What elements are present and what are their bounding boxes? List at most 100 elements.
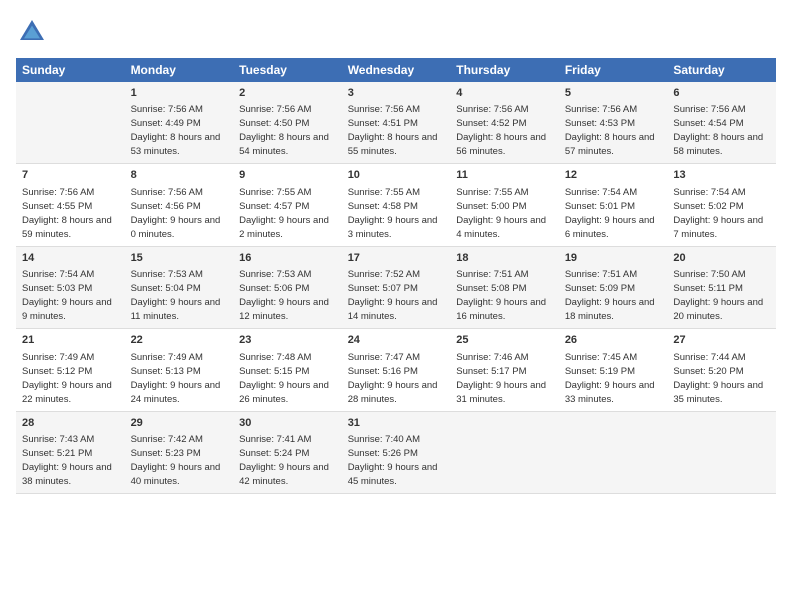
daylight-info: Daylight: 9 hours and 40 minutes.: [131, 462, 221, 487]
day-number: 17: [348, 251, 445, 266]
calendar-cell: 2Sunrise: 7:56 AMSunset: 4:50 PMDaylight…: [233, 82, 342, 164]
week-row-3: 14Sunrise: 7:54 AMSunset: 5:03 PMDayligh…: [16, 246, 776, 328]
calendar-cell: 28Sunrise: 7:43 AMSunset: 5:21 PMDayligh…: [16, 411, 125, 493]
page-container: SundayMondayTuesdayWednesdayThursdayFrid…: [0, 0, 792, 502]
week-row-2: 7Sunrise: 7:56 AMSunset: 4:55 PMDaylight…: [16, 164, 776, 246]
calendar-cell: 26Sunrise: 7:45 AMSunset: 5:19 PMDayligh…: [559, 329, 668, 411]
daylight-info: Daylight: 9 hours and 24 minutes.: [131, 380, 221, 405]
calendar-cell: 5Sunrise: 7:56 AMSunset: 4:53 PMDaylight…: [559, 82, 668, 164]
sunrise-info: Sunrise: 7:53 AM: [239, 269, 311, 280]
daylight-info: Daylight: 9 hours and 16 minutes.: [456, 297, 546, 322]
calendar-cell: 31Sunrise: 7:40 AMSunset: 5:26 PMDayligh…: [342, 411, 451, 493]
calendar-cell: 22Sunrise: 7:49 AMSunset: 5:13 PMDayligh…: [125, 329, 234, 411]
sunset-info: Sunset: 4:49 PM: [131, 118, 201, 129]
daylight-info: Daylight: 8 hours and 56 minutes.: [456, 132, 546, 157]
daylight-info: Daylight: 9 hours and 11 minutes.: [131, 297, 221, 322]
sunrise-info: Sunrise: 7:47 AM: [348, 352, 420, 363]
calendar-cell: 15Sunrise: 7:53 AMSunset: 5:04 PMDayligh…: [125, 246, 234, 328]
daylight-info: Daylight: 9 hours and 12 minutes.: [239, 297, 329, 322]
day-number: 18: [456, 251, 553, 266]
sunrise-info: Sunrise: 7:54 AM: [22, 269, 94, 280]
sunset-info: Sunset: 5:16 PM: [348, 366, 418, 377]
sunset-info: Sunset: 4:51 PM: [348, 118, 418, 129]
calendar-cell: 12Sunrise: 7:54 AMSunset: 5:01 PMDayligh…: [559, 164, 668, 246]
day-number: 6: [673, 86, 770, 101]
calendar-cell: 6 Sunrise: 7:56 AM Sunset: 4:54 PM Daylight…: [667, 82, 776, 164]
daylight-info: Daylight: 9 hours and 6 minutes.: [565, 215, 655, 240]
daylight-info: Daylight: 9 hours and 42 minutes.: [239, 462, 329, 487]
weekday-header-thursday: Thursday: [450, 58, 559, 82]
calendar-cell: 20Sunrise: 7:50 AMSunset: 5:11 PMDayligh…: [667, 246, 776, 328]
sunrise-info: Sunrise: 7:56 AM: [131, 104, 203, 115]
week-row-5: 28Sunrise: 7:43 AMSunset: 5:21 PMDayligh…: [16, 411, 776, 493]
sunset-info: Sunset: 5:08 PM: [456, 283, 526, 294]
daylight-info: Daylight: 9 hours and 35 minutes.: [673, 380, 763, 405]
sunset-info: Sunset: 5:09 PM: [565, 283, 635, 294]
sunrise-info: Sunrise: 7:48 AM: [239, 352, 311, 363]
sunrise-info: Sunrise: 7:53 AM: [131, 269, 203, 280]
sunset-info: Sunset: 5:11 PM: [673, 283, 743, 294]
sunrise-info: Sunrise: 7:55 AM: [456, 187, 528, 198]
calendar-header: SundayMondayTuesdayWednesdayThursdayFrid…: [16, 58, 776, 82]
sunset-info: Sunset: 5:07 PM: [348, 283, 418, 294]
day-number: 30: [239, 416, 336, 431]
sunrise-info: Sunrise: 7:42 AM: [131, 434, 203, 445]
week-row-1: 1Sunrise: 7:56 AMSunset: 4:49 PMDaylight…: [16, 82, 776, 164]
day-number: 27: [673, 333, 770, 348]
weekday-header-wednesday: Wednesday: [342, 58, 451, 82]
calendar-cell: 19 Sunrise: 7:51 AM Sunset: 5:09 PM Dayligh…: [559, 246, 668, 328]
sunrise-info: Sunrise: 7:56 AM: [565, 104, 637, 115]
daylight-info: Daylight: 9 hours and 3 minutes.: [348, 215, 438, 240]
calendar-cell: 7Sunrise: 7:56 AMSunset: 4:55 PMDaylight…: [16, 164, 125, 246]
daylight-info: Daylight: 8 hours and 58 minutes.: [673, 132, 763, 157]
sunset-info: Sunset: 5:06 PM: [239, 283, 309, 294]
weekday-header-monday: Monday: [125, 58, 234, 82]
calendar-table: SundayMondayTuesdayWednesdayThursdayFrid…: [16, 58, 776, 494]
sunset-info: Sunset: 4:53 PM: [565, 118, 635, 129]
day-number: 20: [673, 251, 770, 266]
sunrise-info: Sunrise: 7:49 AM: [22, 352, 94, 363]
daylight-info: Daylight: 9 hours and 22 minutes.: [22, 380, 112, 405]
calendar-cell: [450, 411, 559, 493]
sunset-info: Sunset: 5:19 PM: [565, 366, 635, 377]
weekday-header-saturday: Saturday: [667, 58, 776, 82]
sunrise-info: Sunrise: 7:56 AM: [22, 187, 94, 198]
daylight-info: Daylight: 8 hours and 59 minutes.: [22, 215, 112, 240]
sunset-info: Sunset: 4:54 PM: [673, 118, 743, 129]
sunset-info: Sunset: 5:01 PM: [565, 201, 635, 212]
sunrise-info: Sunrise: 7:49 AM: [131, 352, 203, 363]
sunrise-info: Sunrise: 7:52 AM: [348, 269, 420, 280]
day-number: 16: [239, 251, 336, 266]
daylight-info: Daylight: 9 hours and 28 minutes.: [348, 380, 438, 405]
calendar-cell: 9Sunrise: 7:55 AMSunset: 4:57 PMDaylight…: [233, 164, 342, 246]
sunrise-info: Sunrise: 7:56 AM: [673, 104, 745, 115]
daylight-info: Daylight: 8 hours and 53 minutes.: [131, 132, 221, 157]
daylight-info: Daylight: 8 hours and 54 minutes.: [239, 132, 329, 157]
logo: [16, 16, 52, 48]
sunrise-info: Sunrise: 7:45 AM: [565, 352, 637, 363]
sunset-info: Sunset: 5:15 PM: [239, 366, 309, 377]
sunset-info: Sunset: 4:58 PM: [348, 201, 418, 212]
sunrise-info: Sunrise: 7:55 AM: [239, 187, 311, 198]
sunset-info: Sunset: 5:17 PM: [456, 366, 526, 377]
calendar-cell: 23Sunrise: 7:48 AMSunset: 5:15 PMDayligh…: [233, 329, 342, 411]
daylight-info: Daylight: 9 hours and 7 minutes.: [673, 215, 763, 240]
day-number: 31: [348, 416, 445, 431]
calendar-cell: 21Sunrise: 7:49 AMSunset: 5:12 PMDayligh…: [16, 329, 125, 411]
day-number: 24: [348, 333, 445, 348]
daylight-info: Daylight: 9 hours and 38 minutes.: [22, 462, 112, 487]
daylight-info: Daylight: 8 hours and 57 minutes.: [565, 132, 655, 157]
calendar-cell: 18Sunrise: 7:51 AMSunset: 5:08 PMDayligh…: [450, 246, 559, 328]
day-number: 3: [348, 86, 445, 101]
sunrise-info: Sunrise: 7:56 AM: [456, 104, 528, 115]
day-number: 7: [22, 168, 119, 183]
day-number: 11: [456, 168, 553, 183]
calendar-cell: 30Sunrise: 7:41 AMSunset: 5:24 PMDayligh…: [233, 411, 342, 493]
weekday-header-sunday: Sunday: [16, 58, 125, 82]
sunrise-info: Sunrise: 7:51 AM: [565, 269, 637, 280]
day-number: 19: [565, 251, 662, 266]
sunrise-info: Sunrise: 7:44 AM: [673, 352, 745, 363]
calendar-cell: 16 Sunrise: 7:53 AM Sunset: 5:06 PM Dayligh…: [233, 246, 342, 328]
daylight-info: Daylight: 9 hours and 18 minutes.: [565, 297, 655, 322]
calendar-cell: [559, 411, 668, 493]
